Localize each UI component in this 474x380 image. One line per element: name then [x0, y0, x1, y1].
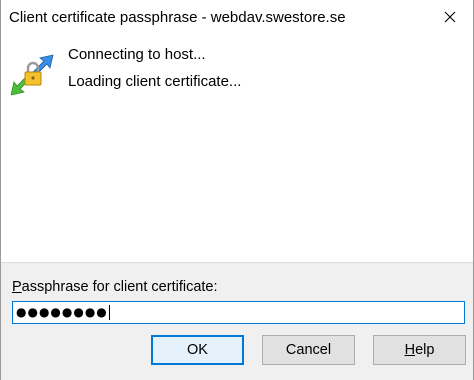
cancel-button[interactable]: Cancel — [262, 335, 355, 365]
cancel-button-label: Cancel — [285, 342, 332, 358]
passphrase-dialog: Client certificate passphrase - webdav.s… — [0, 0, 474, 380]
ok-button-label: OK — [187, 342, 208, 358]
passphrase-input[interactable]: ●●●●●●●● — [12, 301, 465, 324]
help-button-label: elp — [415, 342, 435, 358]
window-title: Client certificate passphrase - webdav.s… — [9, 9, 346, 26]
close-button[interactable] — [427, 0, 473, 34]
dialog-footer: Passphrase for client certificate: ●●●●●… — [1, 262, 473, 380]
help-button-accesskey: H — [404, 342, 416, 358]
status-loading-certificate: Loading client certificate... — [68, 73, 242, 90]
passphrase-label: Passphrase for client certificate: — [12, 279, 218, 295]
ok-button[interactable]: OK — [151, 335, 244, 365]
passphrase-masked-value: ●●●●●●●● — [16, 305, 108, 319]
close-icon — [444, 11, 456, 23]
passphrase-label-accesskey: P — [12, 279, 22, 295]
title-bar: Client certificate passphrase - webdav.s… — [1, 0, 473, 36]
help-button[interactable]: Help — [373, 335, 466, 365]
status-area: Connecting to host... Loading client cer… — [1, 36, 473, 262]
status-connecting: Connecting to host... — [68, 46, 206, 63]
text-caret — [108, 305, 110, 320]
passphrase-label-text: assphrase for client certificate: — [21, 279, 218, 295]
secure-transfer-lock-icon — [11, 54, 54, 96]
